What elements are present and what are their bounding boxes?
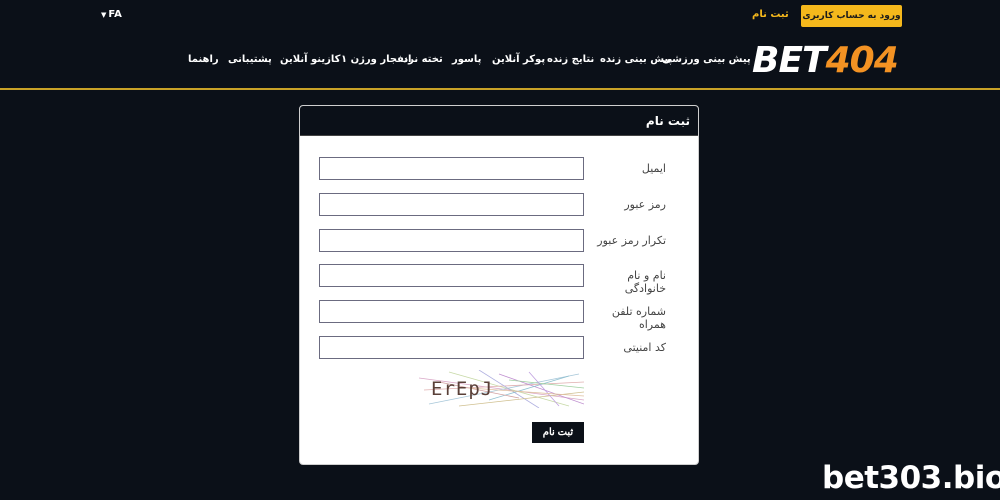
language-label: FA: [108, 9, 122, 20]
nav-item-online-poker[interactable]: پوکر آنلاین: [492, 54, 545, 65]
email-field[interactable]: [319, 157, 584, 180]
nav-item-live-results[interactable]: نتایج زنده: [547, 54, 594, 65]
site-header: ▼ FA ورود به حساب کاربری ثبت نام BET 404 …: [0, 0, 1000, 90]
logo-text-bet: BET: [752, 39, 827, 81]
card-header: ثبت نام: [300, 106, 698, 136]
email-label: ایمیل: [641, 162, 666, 175]
captcha-text: ErEpJ: [431, 378, 494, 400]
security-code-label: کد امنیتی: [623, 341, 666, 354]
nav-item-support[interactable]: پشتیبانی: [228, 54, 272, 65]
nav-item-pasur[interactable]: پاسور: [452, 54, 481, 65]
full-name-field[interactable]: [319, 264, 584, 287]
phone-label: شماره تلفن همراه: [611, 305, 666, 331]
caret-down-icon: ▼: [101, 10, 107, 19]
watermark-text: bet303.bio: [822, 460, 1000, 496]
logo-text-404: 404: [825, 39, 899, 81]
register-submit-button[interactable]: ثبت نام: [532, 422, 584, 443]
nav-item-guide[interactable]: راهنما: [188, 54, 219, 65]
nav-item-crash-v1[interactable]: انفجار ورژن ۱: [341, 54, 411, 65]
language-selector[interactable]: ▼ FA: [101, 9, 122, 20]
phone-field[interactable]: [319, 300, 584, 323]
password-label: رمز عبور: [624, 198, 666, 211]
form-title: ثبت نام: [645, 113, 690, 128]
confirm-password-label: تکرار رمز عبور: [597, 234, 666, 247]
captcha-image: ErEpJ: [418, 369, 585, 409]
register-link[interactable]: ثبت نام: [752, 9, 789, 20]
password-field[interactable]: [319, 193, 584, 216]
nav-item-online-casino[interactable]: کازینو آنلاین: [280, 54, 340, 65]
security-code-field[interactable]: [319, 336, 584, 359]
confirm-password-field[interactable]: [319, 229, 584, 252]
brand-logo[interactable]: BET 404: [752, 39, 899, 81]
nav-item-live-betting[interactable]: پیش بینی زنده: [600, 54, 672, 65]
full-name-label: نام و نام خانوادگی: [624, 269, 666, 295]
nav-item-sports-betting[interactable]: پیش بینی ورزشی: [662, 54, 751, 65]
login-button[interactable]: ورود به حساب کاربری: [801, 5, 902, 27]
